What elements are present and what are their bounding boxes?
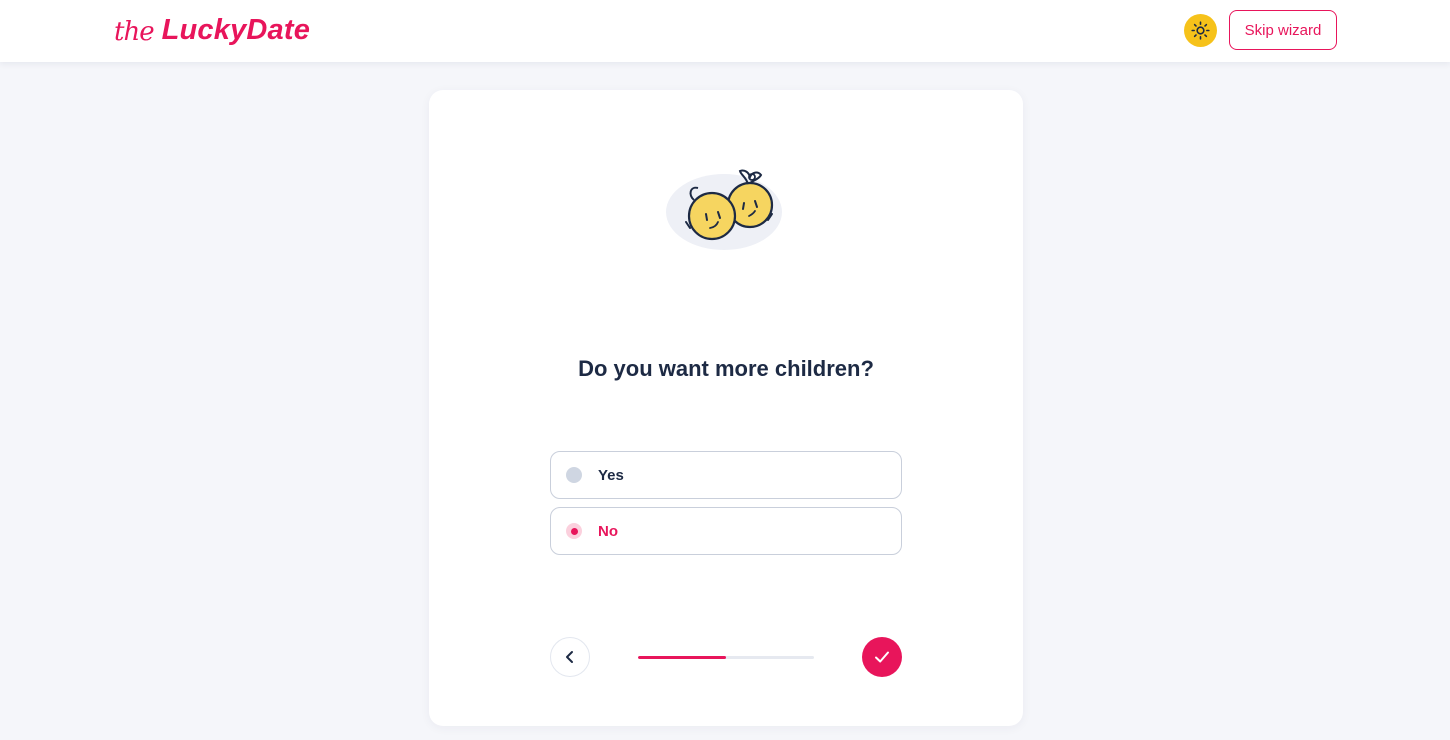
sun-icon (1191, 21, 1210, 40)
progress-fill (638, 656, 726, 659)
logo-prefix: the (114, 17, 155, 47)
option-yes[interactable]: Yes (550, 451, 902, 499)
radio-unselected[interactable] (566, 467, 582, 483)
check-icon (875, 651, 889, 663)
confirm-button[interactable] (862, 637, 902, 677)
luckydate-logo[interactable]: the LuckyDate (114, 6, 310, 54)
option-label: No (598, 522, 618, 540)
skip-wizard-button[interactable]: Skip wizard (1229, 10, 1337, 50)
option-no[interactable]: No (550, 507, 902, 555)
progress-bar (638, 656, 814, 659)
back-button[interactable] (550, 637, 590, 677)
question-heading: Do you want more children? (578, 356, 874, 381)
top-bar: the LuckyDate Skip wizard (0, 0, 1450, 62)
theme-toggle-button[interactable] (1184, 14, 1217, 47)
two-babies-illustration (666, 169, 782, 250)
logo-name: LuckyDate (161, 14, 311, 46)
wizard-card: Do you want more children? Yes No (429, 90, 1023, 726)
chevron-left-icon (566, 651, 573, 663)
option-label: Yes (598, 466, 624, 484)
radio-selected[interactable] (566, 523, 582, 539)
